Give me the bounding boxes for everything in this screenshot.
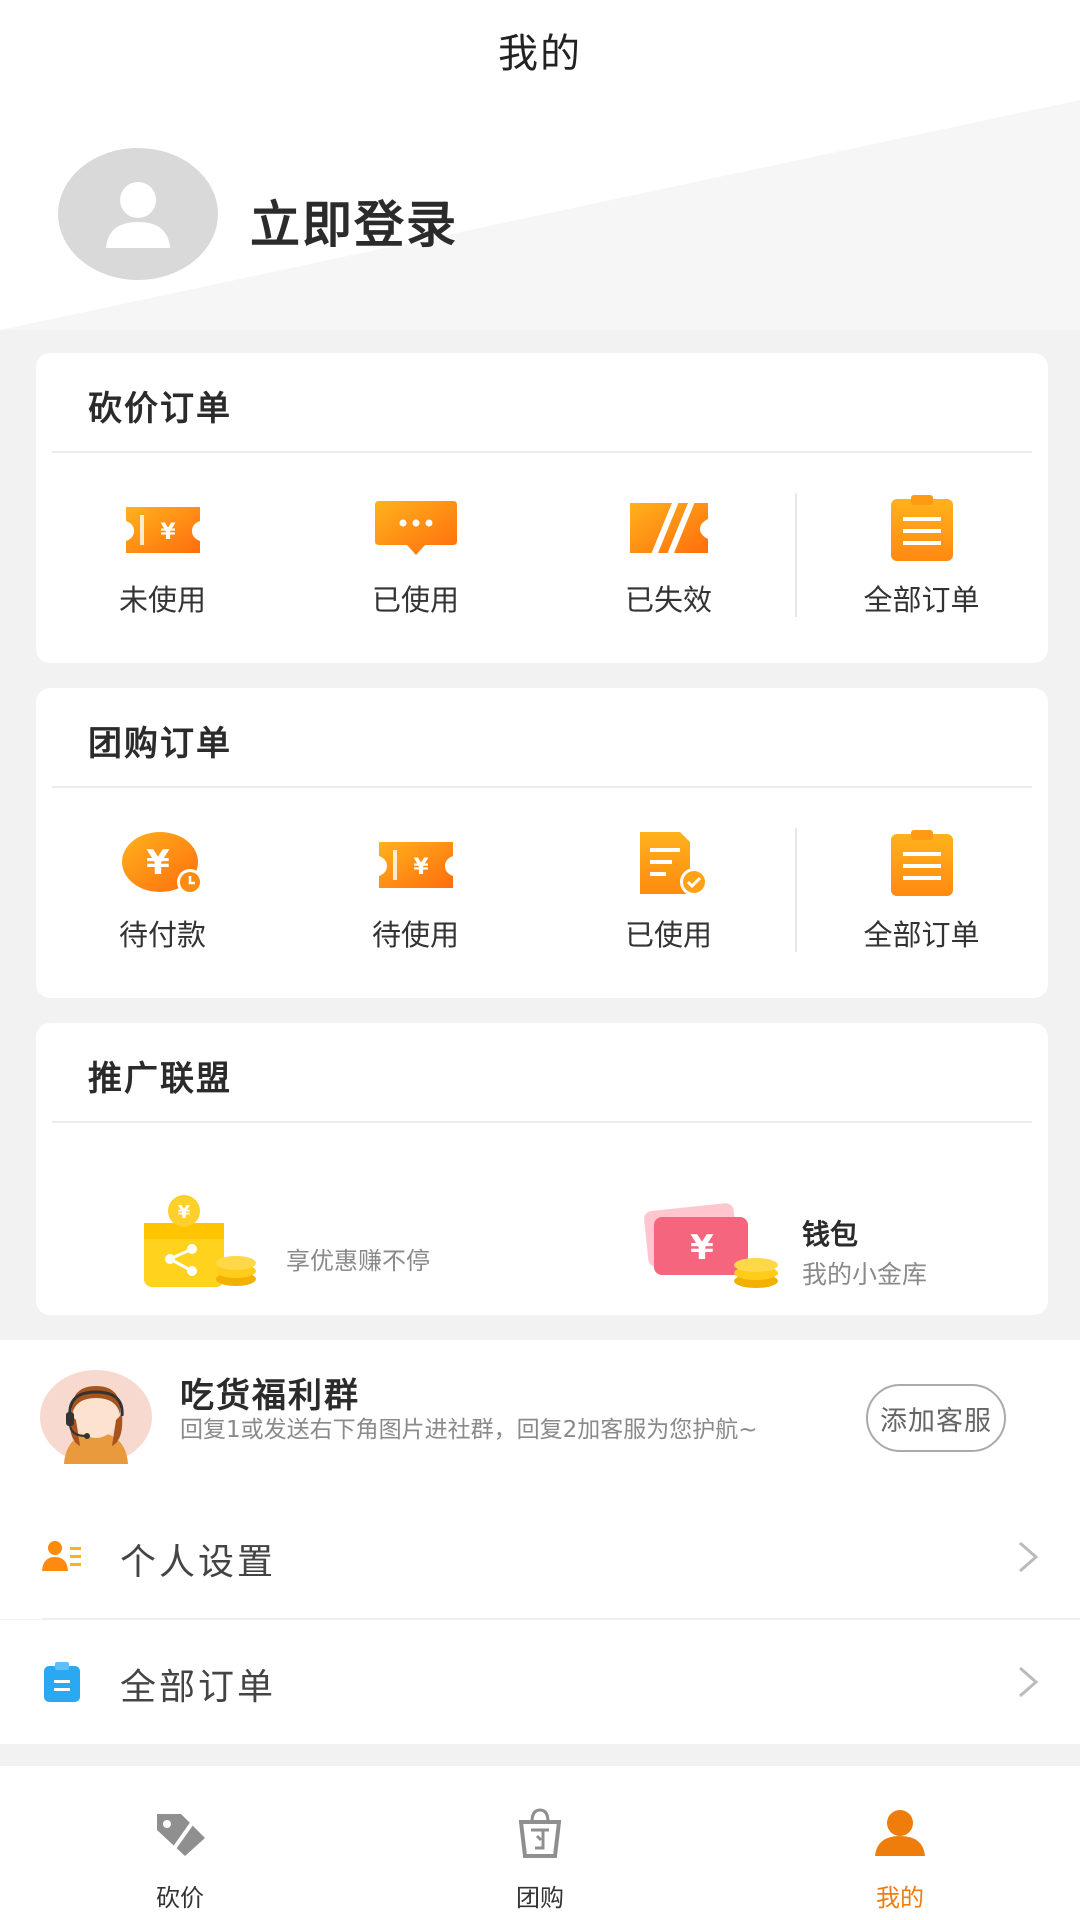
user-settings-icon bbox=[42, 1541, 81, 1571]
ticket-icon: ¥ bbox=[378, 842, 453, 888]
login-link[interactable]: 立即登录 bbox=[250, 185, 458, 257]
svg-text:¥: ¥ bbox=[413, 855, 429, 880]
customer-service-avatar bbox=[40, 1370, 152, 1464]
share-earn-text: 享优惠赚不停 bbox=[286, 1247, 430, 1275]
top-bar: 我的 bbox=[0, 0, 1080, 100]
wallet-title: 钱包 bbox=[802, 1218, 859, 1251]
wallet-subtitle: 我的小金库 bbox=[802, 1260, 928, 1289]
tab-mine[interactable]: 我的 bbox=[720, 1766, 1080, 1920]
bargain-used-label: 已使用 bbox=[371, 583, 459, 617]
tab-bargain[interactable]: 砍价 bbox=[0, 1766, 360, 1920]
yen-clock-icon: ¥ bbox=[121, 832, 203, 895]
bargain-orders-card: 砍价订单 ¥ 未使用 已使用 已失效 全部订单 bbox=[36, 353, 1048, 663]
promotion-title: 推广联盟 bbox=[88, 1059, 232, 1099]
message-icon bbox=[374, 501, 457, 555]
user-icon bbox=[875, 1810, 925, 1856]
expired-ticket-icon bbox=[629, 499, 708, 557]
clipboard-icon bbox=[890, 830, 953, 896]
group-all-orders-label: 全部订单 bbox=[863, 918, 980, 952]
divider bbox=[52, 451, 1032, 453]
group-to-use[interactable]: ¥ 待使用 bbox=[289, 828, 542, 958]
group-all-orders[interactable]: 全部订单 bbox=[795, 828, 1048, 958]
svg-text:¥: ¥ bbox=[146, 843, 170, 883]
page-title: 我的 bbox=[498, 31, 582, 77]
tab-label-bargain: 砍价 bbox=[156, 1884, 204, 1912]
bargain-unused[interactable]: ¥ 未使用 bbox=[36, 493, 289, 623]
group-pending-payment-label: 待付款 bbox=[118, 918, 206, 952]
wallet-button[interactable]: ¥ bbox=[636, 1193, 786, 1297]
bargain-expired-label: 已失效 bbox=[624, 583, 712, 617]
divider bbox=[795, 828, 797, 952]
bargain-all-orders[interactable]: 全部订单 bbox=[795, 493, 1048, 623]
divider bbox=[52, 1121, 1032, 1123]
divider bbox=[795, 493, 797, 617]
tab-label-mine: 我的 bbox=[876, 1884, 924, 1912]
bag-icon bbox=[518, 1808, 562, 1858]
group-used-label: 已使用 bbox=[624, 918, 712, 952]
group-chat-banner: 吃货福利群 回复1或发送右下角图片进社群，回复2加客服为您护航~ 添加客服 bbox=[0, 1340, 1080, 1495]
group-pending-payment[interactable]: ¥ 待付款 bbox=[36, 828, 289, 958]
divider bbox=[52, 786, 1032, 788]
svg-text:¥: ¥ bbox=[690, 1228, 714, 1268]
chevron-right-icon bbox=[1019, 1541, 1039, 1573]
svg-text:¥: ¥ bbox=[160, 520, 176, 545]
share-earn-button[interactable]: ¥ bbox=[132, 1193, 262, 1297]
clipboard-check-icon bbox=[639, 832, 708, 896]
menu-item-personal-settings[interactable]: 个人设置 bbox=[0, 1495, 1080, 1619]
tab-group-buy[interactable]: 团购 bbox=[360, 1766, 720, 1920]
group-orders-title: 团购订单 bbox=[88, 724, 232, 764]
clipboard-icon bbox=[890, 495, 953, 561]
bargain-all-orders-label: 全部订单 bbox=[863, 583, 980, 617]
wallet-icon: ¥ bbox=[644, 1203, 778, 1288]
group-orders-card: 团购订单 ¥ 待付款 ¥ 待使用 已使用 全部订单 bbox=[36, 688, 1048, 998]
order-list-icon bbox=[44, 1662, 80, 1702]
bottom-tab-bar: 砍价 团购 我的 bbox=[0, 1766, 1080, 1920]
avatar[interactable] bbox=[58, 148, 218, 280]
promotion-card: 推广联盟 ¥ 享优惠赚不停 ¥ 钱包 我的小金库 bbox=[36, 1023, 1048, 1315]
add-customer-service-button[interactable]: 添加客服 bbox=[866, 1384, 1006, 1452]
chevron-right-icon bbox=[1019, 1666, 1039, 1698]
group-chat-description: 回复1或发送右下角图片进社群，回复2加客服为您护航~ bbox=[180, 1417, 758, 1443]
group-to-use-label: 待使用 bbox=[371, 918, 459, 952]
bargain-used[interactable]: 已使用 bbox=[289, 493, 542, 623]
bargain-expired[interactable]: 已失效 bbox=[542, 493, 795, 623]
bargain-orders-title: 砍价订单 bbox=[88, 389, 232, 429]
bargain-unused-label: 未使用 bbox=[118, 583, 206, 617]
ticket-icon: ¥ bbox=[125, 507, 200, 553]
svg-text:¥: ¥ bbox=[178, 1202, 191, 1223]
menu-label-personal-settings: 个人设置 bbox=[120, 1542, 277, 1583]
tab-label-group-buy: 团购 bbox=[516, 1884, 564, 1912]
default-user-icon bbox=[106, 182, 170, 248]
menu-item-all-orders[interactable]: 全部订单 bbox=[0, 1620, 1080, 1744]
share-bag-icon: ¥ bbox=[144, 1195, 256, 1287]
menu-label-all-orders: 全部订单 bbox=[120, 1667, 277, 1708]
group-chat-title: 吃货福利群 bbox=[180, 1376, 360, 1416]
group-used[interactable]: 已使用 bbox=[542, 828, 795, 958]
tag-icon bbox=[157, 1814, 205, 1856]
